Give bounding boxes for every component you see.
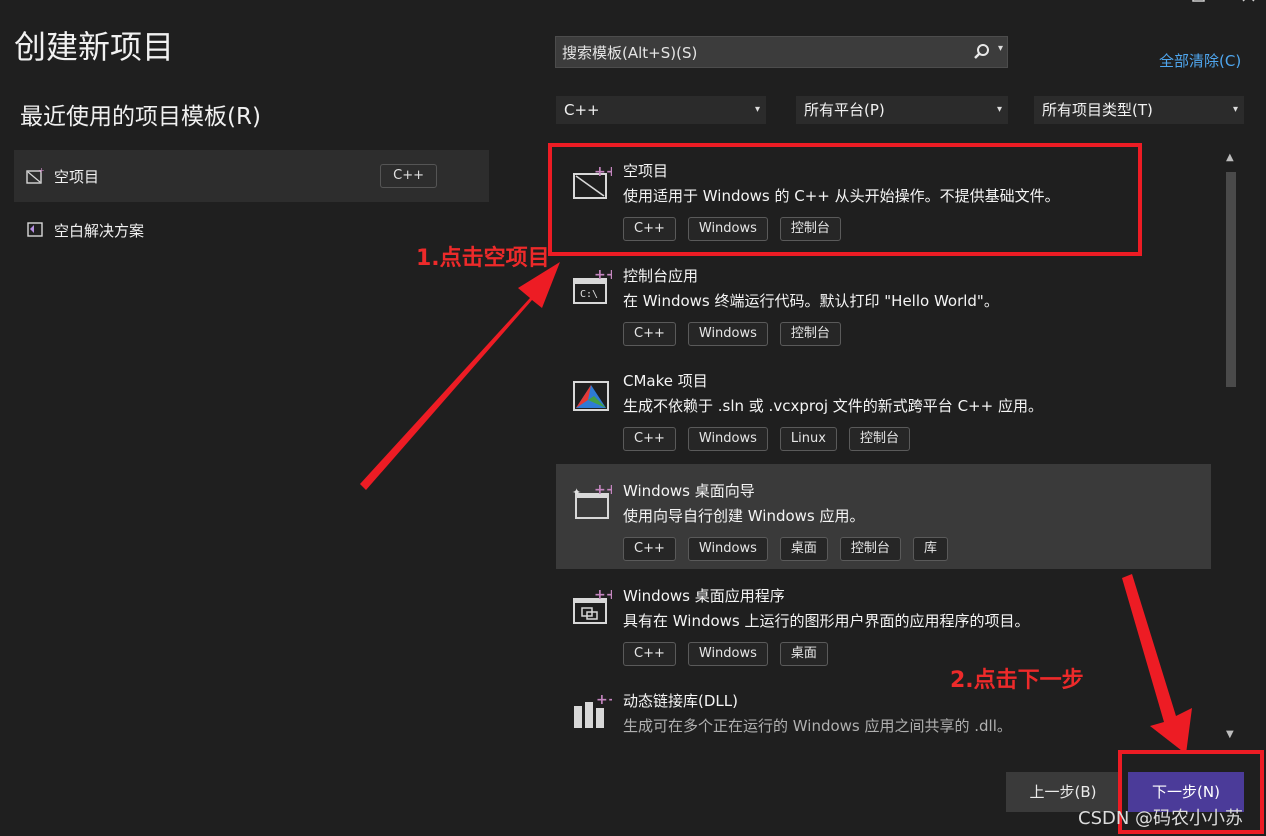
annotation-arrows [360, 262, 1192, 754]
annotation-arrow-2 [1122, 574, 1192, 754]
watermark: CSDN @码农小小苏 [1078, 808, 1244, 829]
annotation-arrow-1 [360, 262, 560, 490]
